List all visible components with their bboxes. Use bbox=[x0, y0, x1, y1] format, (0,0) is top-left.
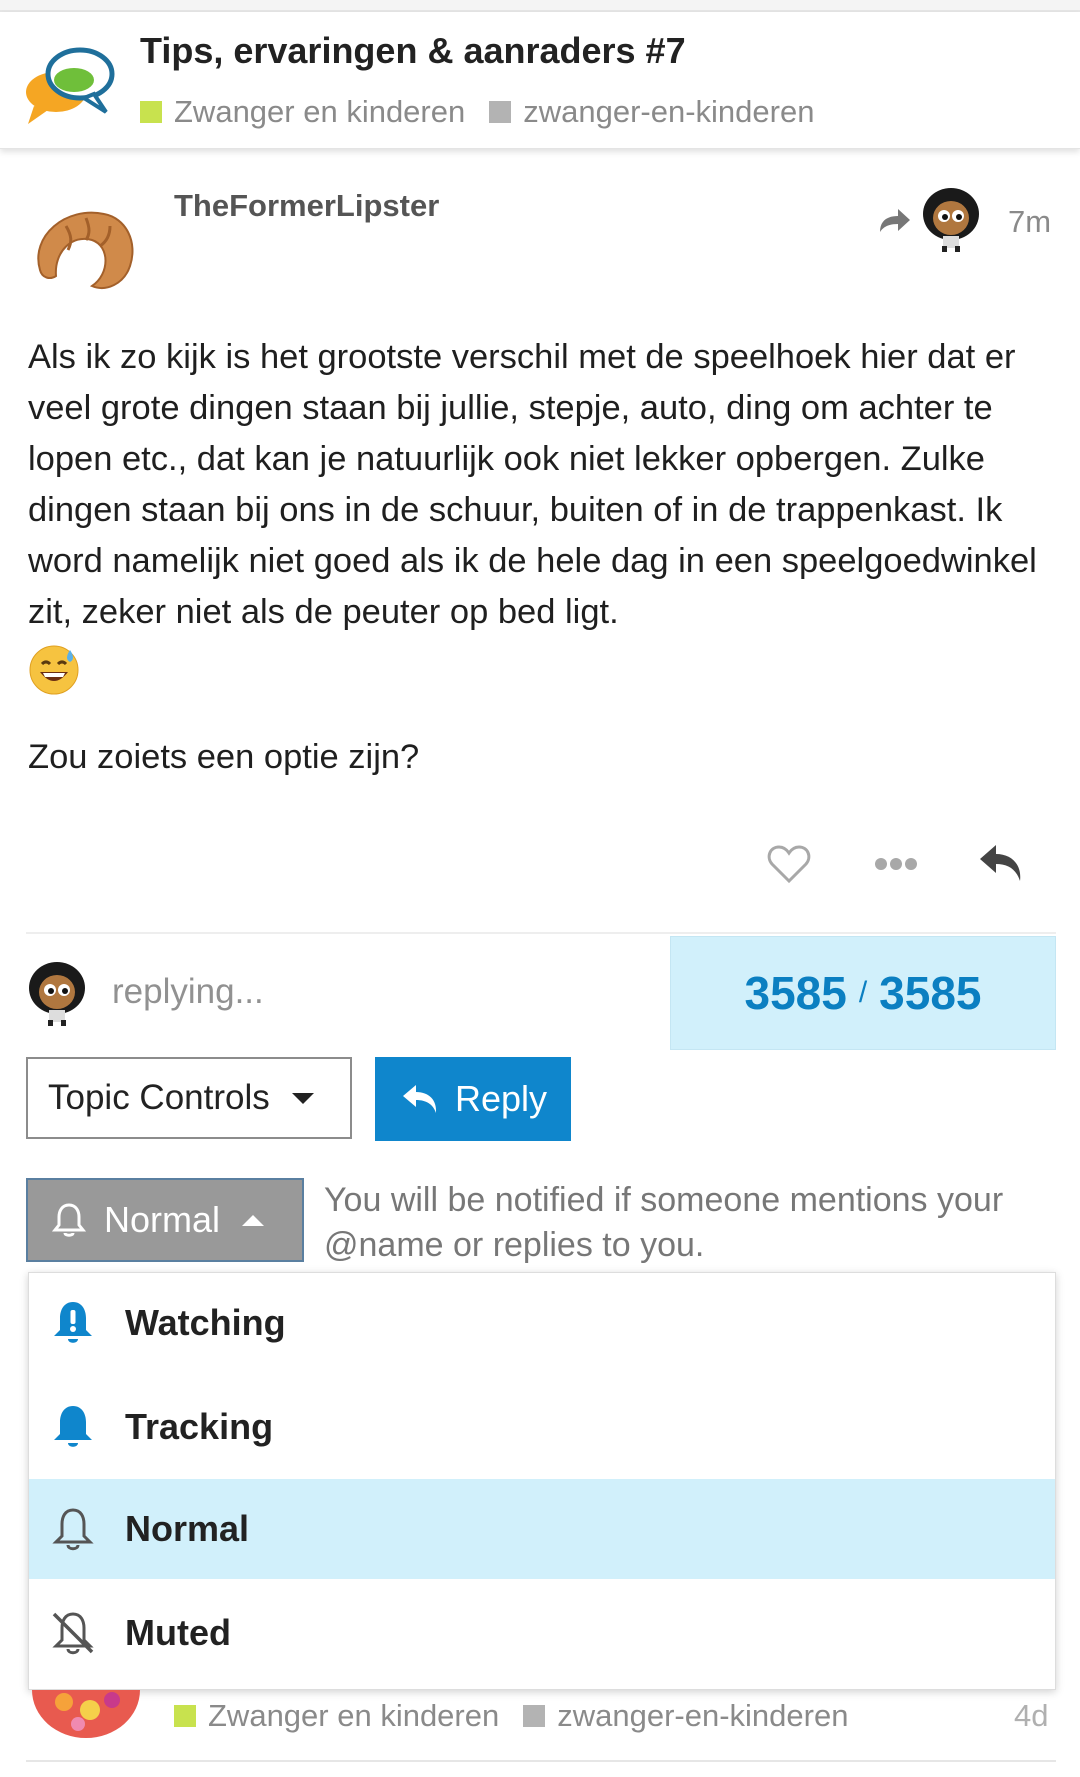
post-body-question: Zou zoiets een optie zijn? bbox=[28, 738, 420, 776]
topic-controls-label: Topic Controls bbox=[48, 1078, 270, 1117]
tag-color-square bbox=[489, 101, 512, 123]
post-reply-icon[interactable] bbox=[978, 843, 1024, 883]
category-color-square bbox=[174, 1705, 196, 1727]
bell-outline-icon bbox=[52, 1203, 86, 1237]
category-color-square bbox=[140, 101, 162, 123]
menu-item-label: Normal bbox=[125, 1508, 250, 1549]
caret-up-icon bbox=[242, 1214, 265, 1226]
next-topic-tag-link[interactable]: zwanger-en-kinderen bbox=[557, 1698, 848, 1734]
like-heart-icon[interactable] bbox=[766, 843, 812, 885]
bottom-divider bbox=[26, 1760, 1056, 1762]
notification-dropdown-menu: Watching Tracking Normal Muted bbox=[28, 1272, 1056, 1690]
more-options-icon[interactable] bbox=[874, 856, 918, 872]
category-link[interactable]: Zwanger en kinderen bbox=[174, 94, 465, 130]
next-topic-avatar[interactable] bbox=[28, 1690, 146, 1740]
progress-separator: / bbox=[858, 976, 868, 1009]
topic-progress-indicator[interactable]: 3585 / 3585 bbox=[670, 936, 1056, 1050]
bell-filled-icon bbox=[54, 1406, 92, 1447]
croissant-avatar[interactable] bbox=[26, 196, 142, 300]
notification-description: You will be notified if someone mentions… bbox=[324, 1181, 1004, 1264]
notification-level-label: Normal bbox=[104, 1199, 221, 1240]
topic-title[interactable]: Tips, ervaringen & aanraders #7 bbox=[140, 30, 686, 72]
post-username[interactable]: TheFormerLipster bbox=[174, 188, 439, 224]
menu-item-normal[interactable]: Normal bbox=[29, 1479, 1055, 1579]
bell-exclamation-icon bbox=[54, 1302, 92, 1343]
menu-item-muted[interactable]: Muted bbox=[29, 1583, 1055, 1683]
menu-item-label: Muted bbox=[125, 1612, 231, 1653]
next-topic-categories: Zwanger en kinderen zwanger-en-kinderen bbox=[174, 1698, 848, 1734]
reply-to-avatar[interactable] bbox=[920, 186, 982, 252]
tag-link[interactable]: zwanger-en-kinderen bbox=[523, 94, 814, 130]
topic-categories: Zwanger en kinderen zwanger-en-kinderen bbox=[140, 94, 814, 130]
site-logo-icon[interactable] bbox=[24, 36, 116, 128]
post-divider bbox=[26, 932, 1056, 934]
topic-header: Tips, ervaringen & aanraders #7 Zwanger … bbox=[0, 12, 1080, 149]
reply-button-label: Reply bbox=[455, 1078, 548, 1119]
top-rule bbox=[0, 0, 1080, 12]
next-topic-age: 4d bbox=[1014, 1698, 1049, 1733]
reply-to-arrow-icon[interactable] bbox=[876, 206, 912, 236]
menu-item-label: Tracking bbox=[125, 1406, 274, 1447]
caret-down-icon bbox=[291, 1092, 314, 1104]
notification-level-button[interactable]: Normal bbox=[26, 1178, 304, 1262]
menu-item-watching[interactable]: Watching bbox=[29, 1273, 1055, 1373]
replying-user-avatar[interactable] bbox=[26, 960, 88, 1026]
reply-button[interactable]: Reply bbox=[375, 1057, 571, 1141]
reply-icon bbox=[403, 1085, 437, 1113]
sweat-smile-emoji-icon bbox=[29, 645, 79, 695]
topic-controls-button[interactable]: Topic Controls bbox=[26, 1057, 352, 1139]
tag-color-square bbox=[523, 1705, 546, 1727]
progress-total: 3585 bbox=[879, 967, 982, 1019]
replying-status: replying... bbox=[112, 972, 264, 1011]
post-body-text: Als ik zo kijk is het grootste verschil … bbox=[28, 338, 1037, 631]
menu-item-tracking[interactable]: Tracking bbox=[29, 1377, 1055, 1477]
bell-outline-icon bbox=[52, 1508, 94, 1551]
next-topic-category-link[interactable]: Zwanger en kinderen bbox=[208, 1698, 499, 1734]
progress-current: 3585 bbox=[744, 967, 847, 1019]
bell-slash-icon bbox=[52, 1612, 94, 1655]
menu-item-label: Watching bbox=[125, 1302, 286, 1343]
post-time[interactable]: 7m bbox=[1008, 204, 1051, 240]
